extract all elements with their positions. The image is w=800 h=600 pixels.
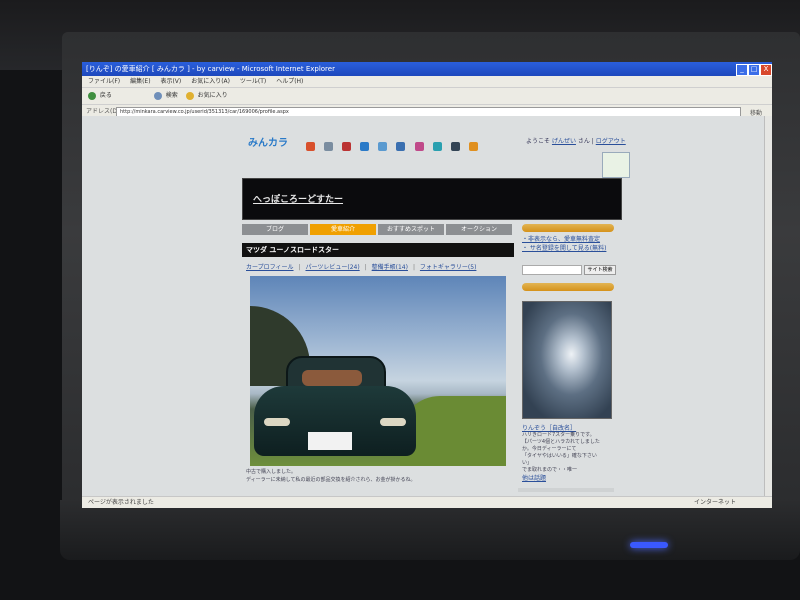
caption-line-1: 中古で購入しました。 xyxy=(246,469,297,475)
profile-photo[interactable] xyxy=(522,301,612,419)
caption-line-2: ディーラーに未納して私の最近の部品交換を紹介されら、お金が掛かるね。 xyxy=(246,477,416,483)
vertical-scrollbar[interactable] xyxy=(764,116,772,496)
license-plate xyxy=(308,432,352,450)
camera-icon[interactable] xyxy=(378,142,388,151)
tool-icon[interactable] xyxy=(360,142,370,151)
sidebar-link-register[interactable]: ・ サ名登録を開して見る(無料) xyxy=(522,244,614,253)
menu-favorites[interactable]: お気に入り(A) xyxy=(191,78,230,85)
target-icon[interactable] xyxy=(342,142,352,151)
subtab-profile[interactable]: カープロフィール xyxy=(246,264,294,271)
home-icon[interactable] xyxy=(306,142,315,151)
tab-auction[interactable]: オークション xyxy=(446,224,512,235)
window-title: [りんぞ] の愛車紹介 [ みんカラ ] - by carview - Micr… xyxy=(86,65,335,73)
blog-banner: へっぽころーどすたー xyxy=(242,178,622,220)
search-button[interactable]: 検索 xyxy=(166,92,178,99)
sidebar-header-bar xyxy=(522,224,614,232)
document-icon[interactable] xyxy=(324,142,334,151)
nav-icons xyxy=(306,136,482,155)
profile-name-link[interactable]: りんぞう［自改名］ xyxy=(522,423,614,432)
site-search-input[interactable] xyxy=(522,265,582,275)
menu-tools[interactable]: ツール(T) xyxy=(240,78,266,85)
welcome-prefix: ようこそ xyxy=(526,138,551,145)
logout-link[interactable]: ログアウト xyxy=(596,138,626,145)
car-icon[interactable] xyxy=(396,142,406,151)
close-button[interactable]: X xyxy=(760,64,772,76)
profile-more-link[interactable]: 他は話題 xyxy=(522,474,614,483)
favorites-button[interactable]: お気に入り xyxy=(198,92,228,99)
site-search-button[interactable]: サイト検索 xyxy=(584,265,616,275)
menu-view[interactable]: 表示(V) xyxy=(160,78,181,85)
minimize-button[interactable]: _ xyxy=(736,64,748,76)
section-tabs: ブログ 愛車紹介 おすすめスポット オークション xyxy=(242,224,514,236)
map-icon[interactable] xyxy=(432,142,442,151)
blog-title-link[interactable]: へっぽころーどすたー xyxy=(253,192,343,205)
toolbar: 戻る 検索 お気に入り xyxy=(82,87,772,104)
status-bar: ページが表示されました インターネット xyxy=(82,496,772,508)
menu-help[interactable]: ヘルプ(H) xyxy=(276,78,303,85)
browser-window: [りんぞ] の愛車紹介 [ みんカラ ] - by carview - Micr… xyxy=(82,62,772,508)
sidebar-link-appraisal[interactable]: ・非表示なら、愛車無料査定 xyxy=(522,235,614,244)
subtab-parts-review[interactable]: パーツレビュー(24) xyxy=(305,264,359,271)
back-button[interactable]: 戻る xyxy=(100,92,112,99)
site-logo[interactable]: みんカラ xyxy=(248,134,288,149)
site-search: サイト検索 xyxy=(522,265,616,275)
status-zone: インターネット xyxy=(694,499,737,506)
subtab-maintenance[interactable]: 整備手帳(14) xyxy=(372,264,408,271)
japan-map-icon[interactable] xyxy=(602,152,630,178)
people-icon[interactable] xyxy=(414,142,424,151)
car-illustration xyxy=(250,356,420,464)
tab-spots[interactable]: おすすめスポット xyxy=(378,224,444,235)
tab-blog[interactable]: ブログ xyxy=(242,224,308,235)
power-led-icon xyxy=(630,542,668,548)
car-photo[interactable] xyxy=(250,276,506,466)
search-icon[interactable] xyxy=(153,91,162,100)
welcome-suffix: さん xyxy=(577,138,590,145)
address-label: アドレス(D) xyxy=(86,108,120,115)
car-subtabs: カープロフィール | パーツレビュー(24) | 整備手帳(14) | フォトギャラリ… xyxy=(246,264,477,271)
title-bar: [りんぞ] の愛車紹介 [ みんカラ ] - by carview - Micr… xyxy=(82,62,772,76)
sidebar-profile-header-bar xyxy=(522,283,614,291)
magnifier-icon[interactable] xyxy=(450,142,460,151)
status-text: ページが表示されました xyxy=(88,499,154,506)
car-heading: マツダ ユーノスロードスター xyxy=(242,243,514,257)
profile-text: ハリきロード7スター乗りです。 【パーツ4個とハラカれてしました か。今日ディー… xyxy=(522,432,600,473)
subtab-photo-gallery[interactable]: フォトギャラリー(5) xyxy=(420,264,477,271)
pencil-icon[interactable] xyxy=(468,142,478,151)
back-icon[interactable] xyxy=(88,91,96,100)
menu-edit[interactable]: 編集(E) xyxy=(130,78,150,85)
page-viewport: みんカラ ようこそ げんぜい さん | ログアウト へっぽころーどすたー ブログ… xyxy=(82,116,764,496)
sidebar: ・非表示なら、愛車無料査定 ・ サ名登録を開して見る(無料) サイト検索 りんぞ… xyxy=(522,224,616,483)
favorites-icon[interactable] xyxy=(185,91,194,100)
maximize-button[interactable]: □ xyxy=(748,64,760,76)
horizontal-scrollbar[interactable] xyxy=(518,488,614,492)
car-caption: 中古で購入しました。 ディーラーに未納して私の最近の部品交換を紹介されら、お金が… xyxy=(246,468,516,484)
welcome-user-link[interactable]: げんぜい xyxy=(552,138,576,145)
tab-car-profile[interactable]: 愛車紹介 xyxy=(310,224,376,235)
menu-file[interactable]: ファイル(F) xyxy=(88,78,120,85)
menu-bar: ファイル(F) 編集(E) 表示(V) お気に入り(A) ツール(T) ヘルプ(… xyxy=(82,76,772,87)
monitor-bezel-bottom xyxy=(60,500,800,560)
welcome-text: ようこそ げんぜい さん | ログアウト xyxy=(526,138,626,145)
